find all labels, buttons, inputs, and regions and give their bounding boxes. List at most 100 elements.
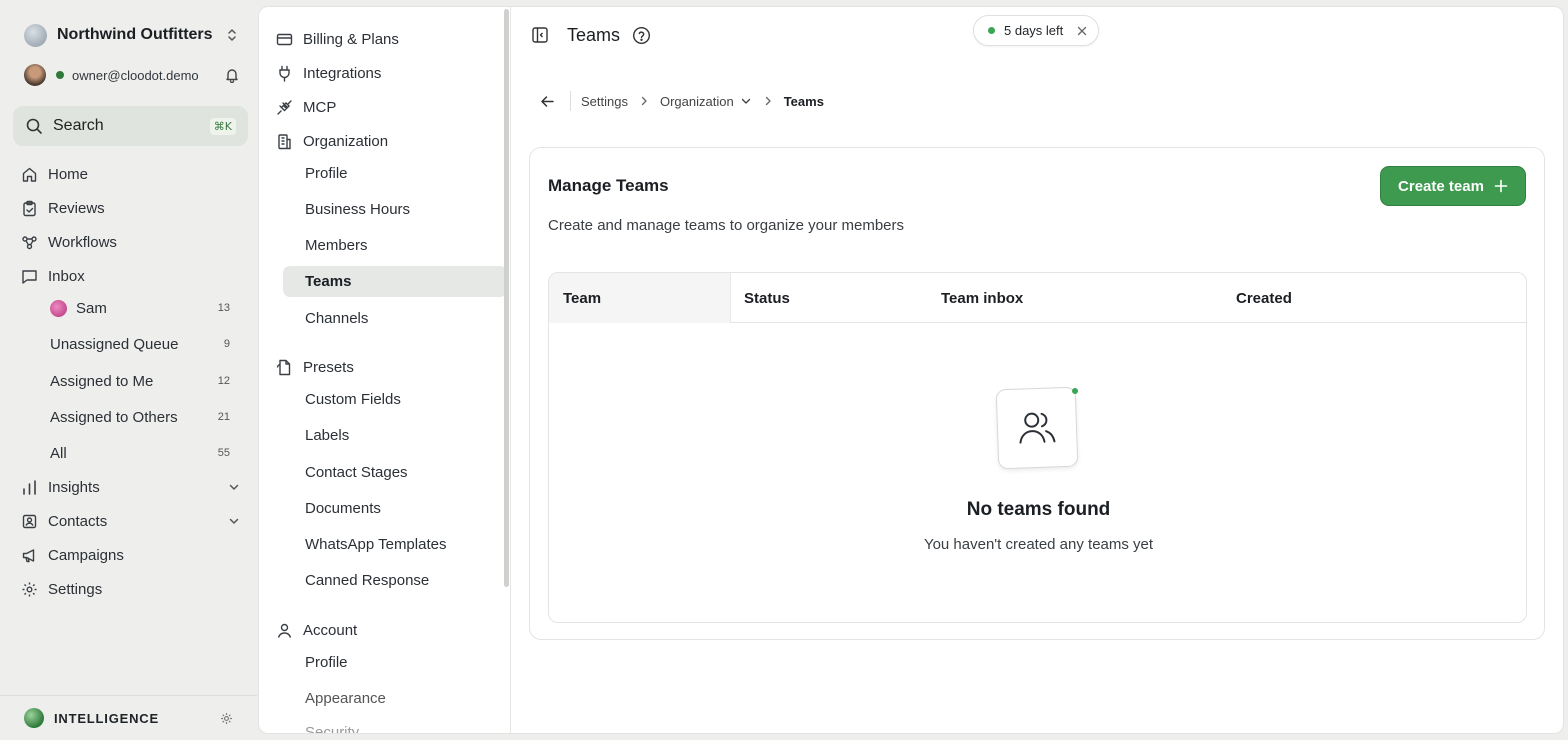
column-header-team-inbox[interactable]: Team inbox [941, 273, 1023, 323]
settings-item-account[interactable]: Account [276, 618, 496, 642]
inbox-item-count: 13 [217, 302, 230, 314]
intelligence-bar[interactable]: INTELLIGENCE [0, 695, 257, 740]
settings-item-integrations[interactable]: Integrations [276, 61, 496, 85]
settings-item-contact-stages[interactable]: Contact Stages [305, 460, 495, 484]
online-status-dot [56, 71, 64, 79]
home-icon [22, 167, 37, 182]
users-icon [1019, 412, 1056, 444]
nav-item-reviews[interactable]: Reviews [21, 196, 241, 220]
settings-label: Integrations [303, 64, 382, 82]
teams-content: Teams 5 days left Settings Organization … [511, 7, 1563, 733]
search-icon [26, 118, 42, 134]
settings-item-billing[interactable]: Billing & Plans [276, 27, 496, 51]
nav-item-insights[interactable]: Insights [21, 475, 241, 499]
settings-item-mcp[interactable]: MCP [276, 95, 496, 119]
credit-card-icon [276, 33, 293, 45]
chevron-down-icon[interactable] [227, 480, 241, 494]
settings-label: Teams [305, 273, 352, 290]
org-switcher[interactable]: Northwind Outfitters [24, 22, 240, 48]
card-description: Create and manage teams to organize your… [548, 217, 905, 234]
settings-item-channels[interactable]: Channels [305, 306, 495, 330]
create-team-label: Create team [1398, 177, 1484, 195]
page-header: Teams [531, 23, 651, 47]
empty-state-subtitle: You haven't created any teams yet [923, 536, 1154, 553]
settings-item-teams[interactable]: Teams [283, 266, 507, 297]
workflow-icon [22, 235, 37, 249]
inbox-item-count: 12 [217, 375, 230, 387]
nav-label-reviews: Reviews [48, 199, 105, 217]
org-name: Northwind Outfitters [57, 26, 213, 43]
settings-item-appearance[interactable]: Appearance [305, 686, 495, 710]
settings-label: Profile [305, 164, 348, 182]
close-icon[interactable] [1076, 25, 1088, 37]
table-header: Team Status Team inbox Created [549, 273, 1526, 323]
intelligence-label: INTELLIGENCE [54, 710, 159, 726]
card-title: Manage Teams [548, 176, 669, 195]
inbox-item-assigned-to-others[interactable]: Assigned to Others 21 [50, 405, 230, 429]
nav-label-home: Home [48, 165, 89, 183]
settings-item-presets[interactable]: Presets [276, 355, 496, 379]
trial-badge: 5 days left [973, 15, 1099, 46]
file-preset-icon [276, 359, 291, 375]
inbox-item-sam[interactable]: Sam 13 [50, 296, 230, 320]
inbox-item-unassigned-queue[interactable]: Unassigned Queue 9 [50, 332, 230, 356]
settings-item-members[interactable]: Members [305, 233, 495, 257]
user-icon [277, 623, 292, 638]
arrow-left-icon[interactable] [539, 93, 556, 110]
nav-item-inbox[interactable]: Inbox [21, 264, 241, 288]
plug-icon [279, 65, 290, 82]
nav-item-contacts[interactable]: Contacts [21, 509, 241, 533]
nav-item-home[interactable]: Home [21, 162, 241, 186]
nav-item-workflows[interactable]: Workflows [21, 230, 241, 254]
settings-item-custom-fields[interactable]: Custom Fields [305, 387, 495, 411]
settings-item-org-profile[interactable]: Profile [305, 161, 495, 185]
chevron-down-icon[interactable] [227, 514, 241, 528]
gear-icon[interactable] [220, 712, 233, 725]
chevron-down-icon[interactable] [740, 95, 752, 107]
chevron-right-icon [765, 96, 771, 106]
settings-item-account-profile[interactable]: Profile [305, 650, 495, 674]
settings-label: Canned Response [305, 571, 430, 589]
breadcrumb-organization[interactable]: Organization [660, 94, 734, 109]
settings-label: Billing & Plans [303, 30, 399, 48]
search-button[interactable]: Search ⌘K [13, 106, 248, 146]
building-icon [278, 133, 291, 149]
bar-chart-icon [23, 479, 36, 495]
nav-item-campaigns[interactable]: Campaigns [21, 543, 241, 567]
settings-item-organization[interactable]: Organization [276, 129, 496, 153]
gear-icon [22, 582, 37, 596]
column-header-status[interactable]: Status [744, 273, 790, 323]
left-sidebar: Northwind Outfitters owner@cloodot.demo … [0, 0, 257, 740]
empty-state-illustration [995, 386, 1079, 470]
contact-card-icon [22, 514, 37, 528]
trial-status-dot [988, 27, 995, 34]
intelligence-orb-icon [24, 708, 44, 728]
breadcrumb-settings[interactable]: Settings [581, 94, 628, 109]
settings-item-security[interactable]: Security [305, 720, 495, 734]
user-row[interactable]: owner@cloodot.demo [24, 63, 240, 87]
settings-label: Documents [305, 499, 381, 517]
help-circle-icon[interactable] [632, 26, 651, 45]
inbox-item-assigned-to-me[interactable]: Assigned to Me 12 [50, 369, 230, 393]
column-header-created[interactable]: Created [1236, 273, 1292, 323]
settings-item-whatsapp-templates[interactable]: WhatsApp Templates [305, 532, 495, 556]
settings-item-labels[interactable]: Labels [305, 423, 495, 447]
column-header-team[interactable]: Team [549, 273, 731, 323]
settings-label: Appearance [305, 689, 386, 707]
empty-state-title: No teams found [966, 499, 1111, 520]
create-team-button[interactable]: Create team [1380, 166, 1526, 206]
nav-label-settings: Settings [48, 580, 103, 598]
settings-item-documents[interactable]: Documents [305, 496, 495, 520]
teams-table: Team Status Team inbox Created No teams … [548, 272, 1527, 623]
chevron-right-icon [641, 96, 647, 106]
main-panel: Billing & Plans Integrations MCP Organiz… [258, 6, 1564, 734]
settings-item-canned-response[interactable]: Canned Response [305, 568, 495, 592]
inbox-item-all[interactable]: All 55 [50, 441, 230, 465]
nav-item-settings[interactable]: Settings [21, 577, 241, 601]
settings-scrollbar[interactable] [504, 9, 509, 587]
megaphone-icon [22, 548, 35, 562]
settings-item-business-hours[interactable]: Business Hours [305, 197, 495, 221]
sidebar-toggle-icon[interactable] [531, 26, 549, 44]
bell-icon[interactable] [224, 67, 240, 83]
nav-label-workflows: Workflows [48, 233, 117, 251]
